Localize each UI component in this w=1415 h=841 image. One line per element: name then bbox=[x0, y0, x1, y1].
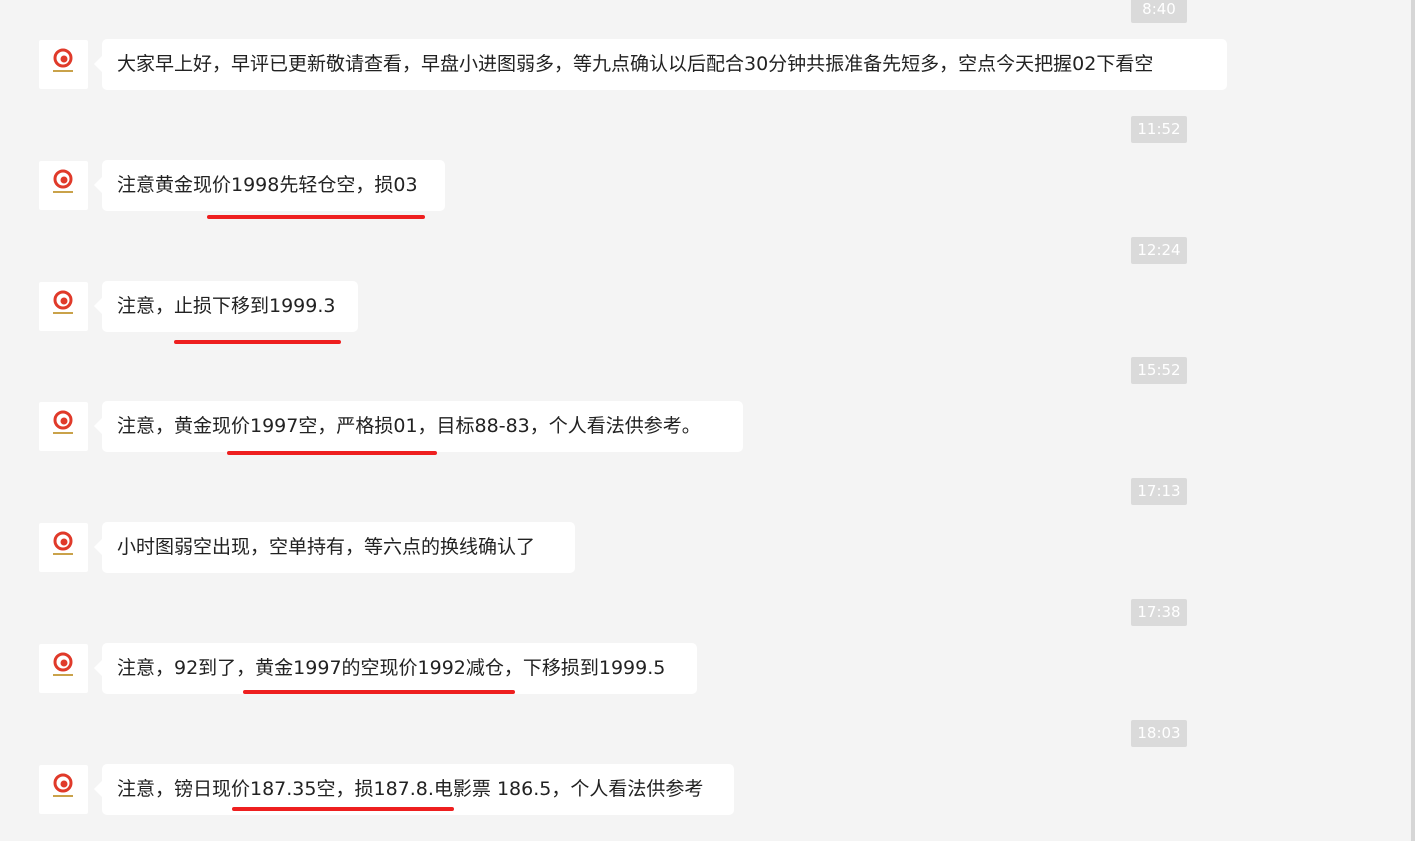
message-bubble: 注意，黄金现价1997空，严格损01，目标88-83，个人看法供参考。 bbox=[94, 401, 743, 452]
message-bubble: 注意，止损下移到1999.3 bbox=[94, 281, 358, 332]
avatar[interactable] bbox=[39, 161, 88, 210]
red-swirl-logo-icon bbox=[53, 169, 73, 193]
red-swirl-logo-icon bbox=[53, 290, 73, 314]
highlight-underline bbox=[227, 451, 437, 455]
avatar[interactable] bbox=[39, 402, 88, 451]
message-bubble: 注意，92到了，黄金1997的空现价1992减仓，下移损到1999.5 bbox=[94, 643, 697, 694]
red-swirl-logo-icon bbox=[53, 773, 73, 797]
scrollbar-edge[interactable] bbox=[1411, 0, 1415, 841]
timestamp: 8:40 bbox=[1131, 0, 1187, 23]
timestamp: 18:03 bbox=[1131, 720, 1187, 747]
highlight-underline bbox=[207, 215, 425, 219]
message-bubble: 注意黄金现价1998先轻仓空，损03 bbox=[94, 160, 445, 211]
timestamp: 15:52 bbox=[1131, 357, 1187, 384]
red-swirl-logo-icon bbox=[53, 531, 73, 555]
red-swirl-logo-icon bbox=[53, 48, 73, 72]
red-swirl-logo-icon bbox=[53, 652, 73, 676]
red-swirl-logo-icon bbox=[53, 410, 73, 434]
timestamp: 12:24 bbox=[1131, 237, 1187, 264]
avatar[interactable] bbox=[39, 523, 88, 572]
avatar[interactable] bbox=[39, 282, 88, 331]
avatar[interactable] bbox=[39, 40, 88, 89]
message-bubble: 小时图弱空出现，空单持有，等六点的换线确认了 bbox=[94, 522, 575, 573]
avatar[interactable] bbox=[39, 644, 88, 693]
timestamp: 11:52 bbox=[1131, 116, 1187, 143]
chat-window: 8:40 大家早上好，早评已更新敬请查看，早盘小进图弱多，等九点确认以后配合30… bbox=[0, 0, 1415, 841]
avatar[interactable] bbox=[39, 765, 88, 814]
timestamp: 17:38 bbox=[1131, 599, 1187, 626]
highlight-underline bbox=[174, 340, 341, 344]
highlight-underline bbox=[232, 807, 454, 811]
highlight-underline bbox=[243, 690, 515, 694]
message-bubble: 大家早上好，早评已更新敬请查看，早盘小进图弱多，等九点确认以后配合30分钟共振准… bbox=[94, 39, 1227, 90]
timestamp: 17:13 bbox=[1131, 478, 1187, 505]
